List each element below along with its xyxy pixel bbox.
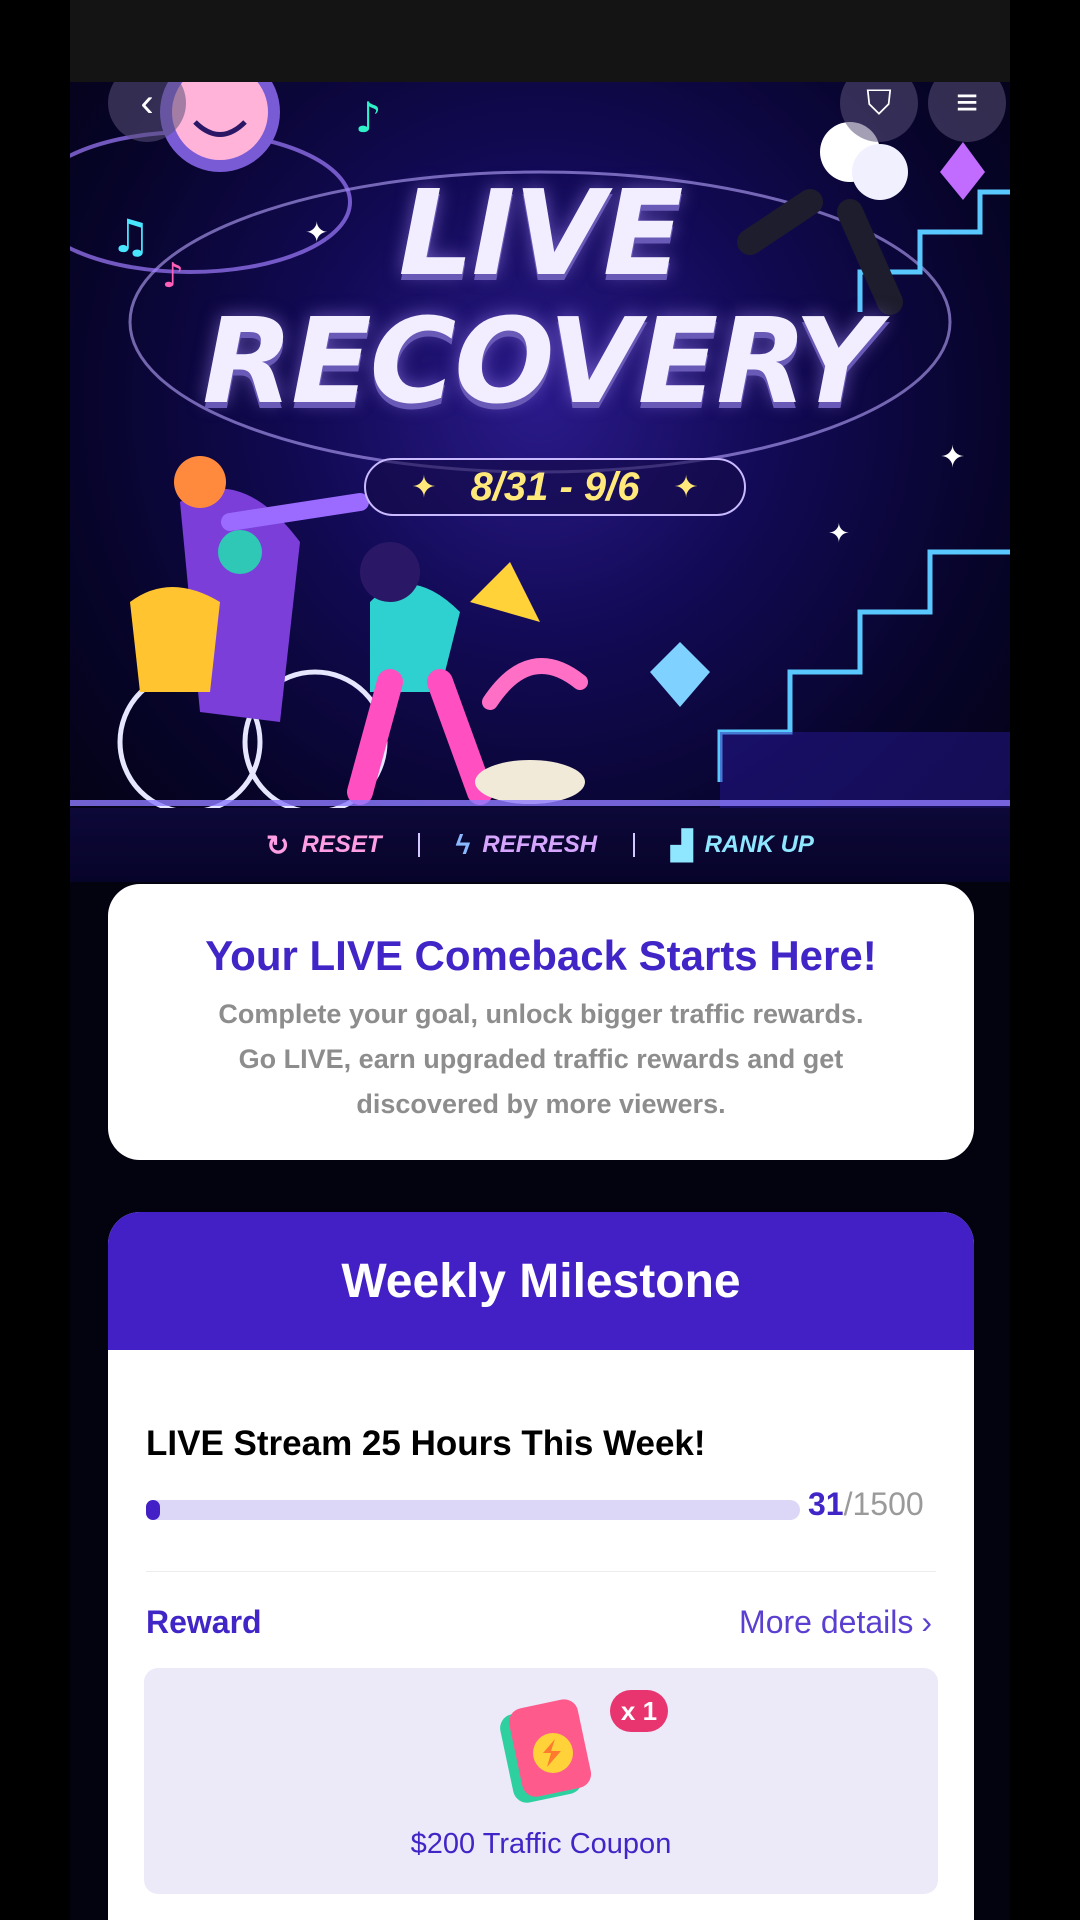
hero-banner: ♫ ♪ ♪ ✦ ✦ ✦ ‹ ⛉ ≡ LIVE RECOVERY ✦ 8/31 -… — [70, 82, 1010, 882]
progress-current: 31 — [808, 1486, 844, 1522]
hero-title-line2: RECOVERY — [202, 292, 880, 430]
progress-bar — [146, 1500, 800, 1520]
weekly-milestone-card: Weekly Milestone LIVE Stream 25 Hours Th… — [108, 1212, 974, 1920]
status-bar — [70, 0, 1010, 82]
intro-description: Complete your goal, unlock bigger traffi… — [108, 992, 974, 1127]
chevron-right-icon: › — [921, 1604, 932, 1640]
tag-label: REFRESH — [482, 831, 598, 858]
feature-tags: ↻ RESET ϟ REFRESH ▟ RANK UP — [70, 808, 1010, 882]
intro-line: Complete your goal, unlock bigger traffi… — [218, 999, 864, 1029]
svg-text:✦: ✦ — [940, 440, 965, 475]
intro-line: Go LIVE, earn upgraded traffic rewards a… — [238, 1044, 844, 1074]
date-range-pill: ✦ 8/31 - 9/6 ✦ — [364, 458, 746, 516]
intro-line: discovered by more viewers. — [356, 1089, 726, 1119]
app-frame: ♫ ♪ ♪ ✦ ✦ ✦ ‹ ⛉ ≡ LIVE RECOVERY ✦ 8/31 -… — [70, 0, 1010, 1920]
sparkle-icon: ✦ — [411, 470, 437, 504]
svg-text:♪: ♪ — [355, 93, 382, 142]
progress-total: 1500 — [852, 1486, 924, 1522]
tag-label: RANK UP — [704, 831, 814, 858]
svg-text:✦: ✦ — [828, 519, 850, 549]
hamburger-menu-icon: ≡ — [955, 82, 979, 124]
shield-star-icon: ⛉ — [866, 83, 892, 122]
reward-item[interactable]: x 1 $200 Traffic Coupon — [144, 1668, 938, 1894]
tag-label: RESET — [301, 831, 382, 858]
milestone-title: Weekly Milestone — [108, 1212, 974, 1350]
quantity-badge: x 1 — [610, 1690, 668, 1732]
progress-bar-fill — [146, 1500, 160, 1520]
traffic-coupon-icon — [500, 1699, 592, 1803]
more-details-link[interactable]: More details › — [739, 1604, 932, 1641]
intro-card: Your LIVE Comeback Starts Here! Complete… — [108, 884, 974, 1160]
chevron-left-icon: ‹ — [140, 82, 154, 125]
sparkle-icon: ✦ — [673, 470, 699, 504]
progress-count: 31/1500 — [808, 1486, 924, 1523]
intro-title: Your LIVE Comeback Starts Here! — [205, 932, 877, 979]
reward-label: Reward — [146, 1604, 262, 1640]
reward-name: $200 Traffic Coupon — [410, 1828, 672, 1860]
hero-title-line1: LIVE — [398, 164, 683, 302]
refresh-icon: ↻ — [266, 829, 290, 861]
tag-rank-up: ▟ RANK UP — [635, 829, 850, 862]
tag-refresh: ϟ REFRESH — [420, 829, 634, 861]
divider — [146, 1571, 936, 1572]
rank-chart-icon: ▟ — [671, 829, 693, 861]
tag-reset: ↻ RESET — [230, 829, 417, 862]
more-details-label: More details — [739, 1604, 914, 1640]
date-range: 8/31 - 9/6 — [470, 464, 640, 509]
lightning-icon: ϟ — [455, 829, 471, 860]
milestone-goal: LIVE Stream 25 Hours This Week! — [146, 1424, 706, 1463]
